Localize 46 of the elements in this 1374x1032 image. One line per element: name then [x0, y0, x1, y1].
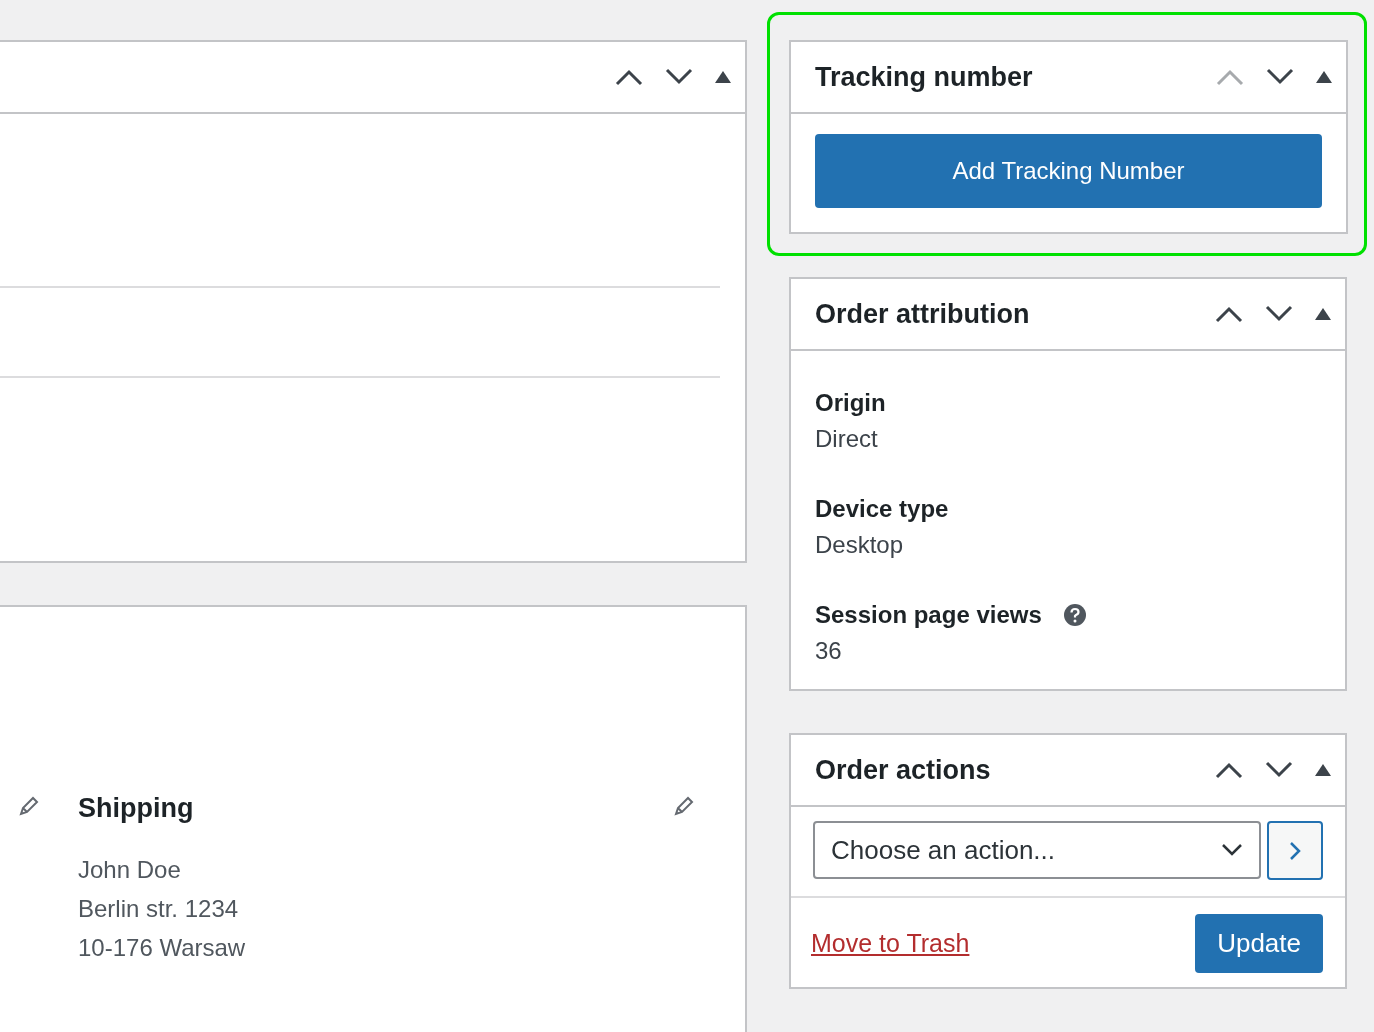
chevron-down-icon	[1266, 68, 1294, 86]
apply-action-button[interactable]	[1267, 821, 1323, 880]
chevron-up-icon	[615, 68, 643, 86]
move-up-button[interactable]	[1215, 761, 1243, 779]
move-up-button[interactable]	[1215, 305, 1243, 323]
add-tracking-button[interactable]: Add Tracking Number	[815, 134, 1322, 208]
chevron-down-icon	[1221, 843, 1243, 857]
address-line: John Doe	[78, 855, 182, 885]
triangle-up-icon	[1315, 764, 1331, 776]
chevron-up-icon	[1215, 761, 1243, 779]
chevron-right-icon	[1289, 840, 1301, 861]
address-line: 10-176 Warsaw	[78, 933, 247, 963]
address-line: Berlin str. 1234	[78, 894, 240, 924]
field-label: Device type	[815, 495, 949, 523]
move-down-button[interactable]	[1265, 305, 1293, 323]
field-value: Desktop	[815, 531, 905, 559]
collapse-toggle-button[interactable]	[1315, 308, 1331, 320]
chevron-up-icon	[1216, 68, 1244, 86]
panel-title: Order attribution	[815, 298, 1031, 330]
move-down-button[interactable]	[665, 68, 693, 86]
chevron-up-icon	[1215, 305, 1243, 323]
collapse-toggle-button[interactable]	[715, 71, 731, 83]
triangle-up-icon	[1316, 71, 1332, 83]
collapse-toggle-button[interactable]	[1316, 71, 1332, 83]
move-down-button[interactable]	[1265, 761, 1293, 779]
triangle-up-icon	[715, 71, 731, 83]
field-label: Origin	[815, 389, 886, 417]
pencil-icon[interactable]	[18, 795, 40, 817]
help-icon[interactable]	[1063, 604, 1086, 626]
panel-title: Order actions	[815, 754, 992, 786]
chevron-down-icon	[1265, 761, 1293, 779]
field-label: Session page views	[815, 601, 1042, 629]
pencil-icon[interactable]	[673, 795, 695, 817]
triangle-up-icon	[1315, 308, 1331, 320]
collapse-toggle-button[interactable]	[1315, 764, 1331, 776]
move-down-button[interactable]	[1266, 68, 1294, 86]
chevron-down-icon	[665, 68, 693, 86]
update-button[interactable]: Update	[1195, 914, 1323, 973]
action-select[interactable]: Choose an action...	[813, 821, 1261, 879]
chevron-down-icon	[1265, 305, 1293, 323]
panel-title: Tracking number	[815, 61, 1034, 93]
move-to-trash-link[interactable]: Move to Trash	[811, 929, 970, 958]
field-value: Direct	[815, 425, 879, 453]
field-value: 36	[815, 637, 843, 665]
move-up-button[interactable]	[615, 68, 643, 86]
shipping-heading: Shipping	[78, 793, 195, 824]
